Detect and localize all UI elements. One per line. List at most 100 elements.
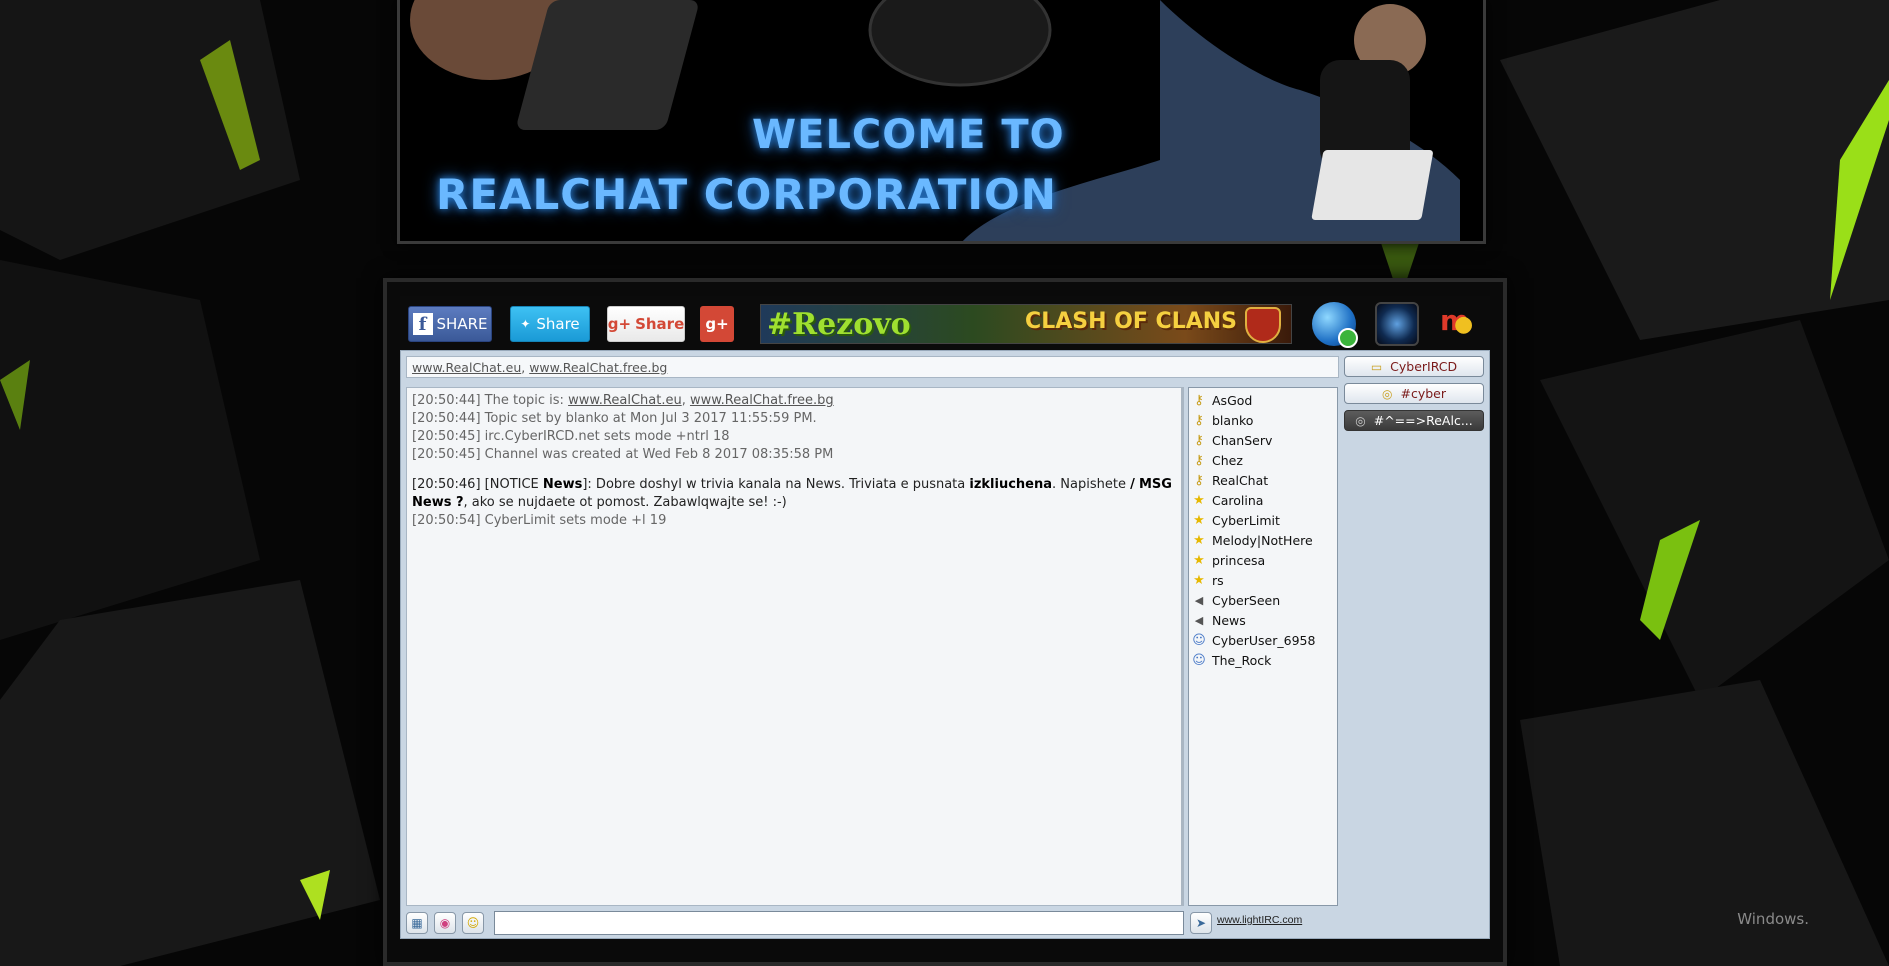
- googleplus-icon: g+: [705, 315, 729, 333]
- channel-tab[interactable]: ◎ #cyber: [1344, 383, 1484, 404]
- share-bar: f SHARE ✦ Share g+ Share g+ #Rezovo CLAS…: [400, 296, 1490, 350]
- windows-watermark: Windows.: [1737, 910, 1809, 928]
- googleplus-share-button[interactable]: g+ Share: [607, 306, 685, 342]
- user-name: RealChat: [1212, 472, 1269, 488]
- message-text: . Napishete: [1052, 477, 1131, 492]
- star-icon: ★: [1193, 512, 1205, 528]
- topic-bar: www.RealChat.eu, www.RealChat.free.bg: [406, 356, 1339, 378]
- chat-icon: ◎: [1355, 413, 1366, 428]
- color-picker-button[interactable]: ◉: [434, 912, 456, 934]
- smiley-icon: ☺: [466, 916, 480, 930]
- message-text: ]: Dobre doshyl w trivia kanala na News.…: [582, 477, 970, 492]
- message-link[interactable]: www.RealChat.free.bg: [690, 393, 834, 408]
- user-name: Melody|NotHere: [1212, 532, 1313, 548]
- user-list: ⚷ AsGod ⚷ blanko ⚷ ChanServ ⚷ Chez ⚷ RealChat ★ Car…: [1188, 387, 1338, 906]
- user-list-item[interactable]: ⚷ ChanServ: [1189, 430, 1337, 450]
- channel-tab[interactable]: ▭ CyberIRCD: [1344, 356, 1484, 377]
- user-list-item[interactable]: ◀ CyberSeen: [1189, 590, 1337, 610]
- user-name: Chez: [1212, 452, 1243, 468]
- twitter-share-label: Share: [536, 315, 580, 333]
- user-list-item[interactable]: ★ CyberLimit: [1189, 510, 1337, 530]
- message-line: [20:50:54] CyberLimit sets mode +l 19: [412, 513, 667, 528]
- user-name: ChanServ: [1212, 432, 1273, 448]
- user-list-item[interactable]: ⚷ blanko: [1189, 410, 1337, 430]
- twitter-share-button[interactable]: ✦ Share: [510, 306, 590, 342]
- user-name: The_Rock: [1212, 652, 1272, 668]
- topic-separator: ,: [521, 360, 530, 375]
- user-list-item[interactable]: ◀ News: [1189, 610, 1337, 630]
- star-icon: ★: [1193, 492, 1205, 508]
- star-icon: ★: [1193, 532, 1205, 548]
- message-link[interactable]: www.RealChat.eu: [568, 393, 682, 408]
- note-icon: ▭: [1370, 359, 1383, 374]
- channel-tab-label: CyberIRCD: [1390, 359, 1458, 374]
- message-bold: News: [542, 477, 583, 492]
- topic-link-realchat-eu[interactable]: www.RealChat.eu: [412, 360, 521, 375]
- twitter-icon: ✦: [520, 317, 531, 331]
- googleplus-button[interactable]: g+: [700, 306, 734, 342]
- speaker-icon: ◀: [1194, 613, 1204, 627]
- user-list-item[interactable]: ★ rs: [1189, 570, 1337, 590]
- message-bold: /: [1130, 477, 1135, 492]
- key-icon: ⚷: [1194, 392, 1204, 408]
- m-logo-icon[interactable]: m ●: [1440, 302, 1484, 346]
- message-separator: ,: [681, 393, 690, 408]
- message-line: [20:50:45] Channel was created at Wed Fe…: [412, 447, 834, 462]
- banner-welcome-line2: REALCHAT CORPORATION: [436, 170, 1057, 219]
- message-log[interactable]: [20:50:44] The topic is: www.RealChat.eu…: [406, 387, 1184, 906]
- user-list-item[interactable]: ★ Carolina: [1189, 490, 1337, 510]
- key-icon: ⚷: [1194, 412, 1204, 428]
- key-icon: ⚷: [1194, 432, 1204, 448]
- send-button[interactable]: ➤: [1190, 912, 1212, 934]
- facebook-share-button[interactable]: f SHARE: [408, 306, 492, 342]
- banner-welcome-line1: WELCOME TO: [752, 112, 1065, 158]
- ad-text-rezovo: #Rezovo: [767, 307, 911, 342]
- key-icon: ⚷: [1194, 452, 1204, 468]
- advertisement-banner[interactable]: #Rezovo CLASH OF CLANS: [760, 304, 1292, 344]
- user-list-item[interactable]: ★ Melody|NotHere: [1189, 530, 1337, 550]
- message-text: [20:50:44] The topic is:: [412, 393, 569, 408]
- globe-download-icon[interactable]: [1312, 302, 1358, 348]
- site-banner: WELCOME TO REALCHAT CORPORATION: [397, 0, 1486, 244]
- user-name: blanko: [1212, 412, 1254, 428]
- font-style-button[interactable]: ▦: [406, 912, 428, 934]
- user-list-item[interactable]: ☺ CyberUser_6958: [1189, 630, 1337, 650]
- send-icon: ➤: [1195, 916, 1207, 930]
- font-icon: ▦: [411, 916, 423, 930]
- channel-tab-label: #^==>ReAlc...: [1373, 413, 1473, 428]
- channel-tab[interactable]: ◎ #^==>ReAlc...: [1344, 410, 1484, 431]
- message-line: [20:50:44] The topic is: www.RealChat.eu…: [412, 392, 1178, 410]
- channel-tabs: ▭ CyberIRCD ◎ #cyber ◎ #^==>ReAlc...: [1344, 356, 1484, 437]
- user-list-item[interactable]: ⚷ AsGod: [1189, 390, 1337, 410]
- facebook-icon: f: [412, 313, 433, 335]
- notice-message: [20:50:46] [NOTICE News]: Dobre doshyl w…: [412, 476, 1178, 512]
- user-list-item[interactable]: ☺ The_Rock: [1189, 650, 1337, 670]
- googleplus-icon: g+: [607, 315, 632, 333]
- color-wheel-icon: ◉: [439, 916, 451, 930]
- topic-link-realchat-free-bg[interactable]: www.RealChat.free.bg: [529, 360, 667, 375]
- user-name: News: [1212, 612, 1246, 628]
- lightirc-link[interactable]: www.lightIRC.com: [1217, 914, 1302, 926]
- user-icon: ☺: [1192, 632, 1206, 648]
- ad-text-clash: CLASH OF CLANS: [1025, 309, 1237, 334]
- channel-tab-label: #cyber: [1400, 386, 1446, 401]
- user-icon: ☺: [1192, 652, 1206, 668]
- screen-app-icon[interactable]: [1375, 302, 1419, 346]
- message-bold: izkliuchena: [969, 477, 1053, 492]
- user-list-item[interactable]: ★ princesa: [1189, 550, 1337, 570]
- user-list-item[interactable]: ⚷ RealChat: [1189, 470, 1337, 490]
- message-scrollbar[interactable]: [1181, 387, 1183, 906]
- googleplus-share-label: Share: [635, 315, 685, 333]
- emoticon-button[interactable]: ☺: [462, 912, 484, 934]
- user-name: Carolina: [1212, 492, 1264, 508]
- key-icon: ⚷: [1194, 472, 1204, 488]
- user-name: princesa: [1212, 552, 1266, 568]
- message-line: [20:50:45] irc.CyberIRCD.net sets mode +…: [412, 429, 730, 444]
- message-input[interactable]: [494, 911, 1184, 935]
- message-line: [20:50:44] Topic set by blanko at Mon Ju…: [412, 411, 817, 426]
- user-list-item[interactable]: ⚷ Chez: [1189, 450, 1337, 470]
- download-arrow-icon: [1338, 328, 1358, 348]
- speaker-icon: ◀: [1194, 593, 1204, 607]
- chat-panel: www.RealChat.eu, www.RealChat.free.bg [2…: [400, 350, 1490, 939]
